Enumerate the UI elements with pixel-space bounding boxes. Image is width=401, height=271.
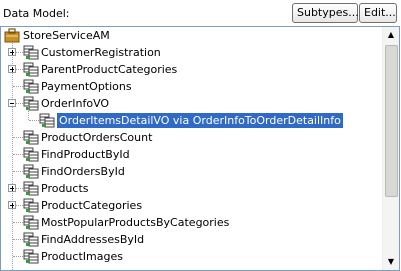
data-model-label: Data Model: bbox=[3, 7, 70, 20]
tree-connector bbox=[13, 171, 23, 172]
view-object-instance-icon bbox=[23, 164, 39, 179]
data-model-tree-panel: StoreServiceAM CustomerRegistration Paren… bbox=[0, 26, 400, 271]
tree-item-label: FindProductById bbox=[41, 148, 130, 161]
application-module-icon bbox=[4, 28, 20, 43]
expand-plus-icon[interactable] bbox=[8, 184, 16, 192]
tree-item[interactable]: FindProductById bbox=[1, 146, 383, 163]
tree-item[interactable]: Products bbox=[1, 180, 383, 197]
view-object-instance-icon bbox=[23, 232, 39, 247]
tree-item-label: OrderInfoVO bbox=[41, 97, 110, 110]
tree-item[interactable]: ProductImages bbox=[1, 248, 383, 265]
view-object-instance-icon bbox=[23, 96, 39, 111]
expand-plus-icon[interactable] bbox=[8, 201, 16, 209]
view-object-instance-icon bbox=[23, 79, 39, 94]
view-object-instance-icon bbox=[23, 130, 39, 145]
tree-item-label: ProductCategories bbox=[41, 199, 143, 212]
tree-guide-line bbox=[28, 106, 29, 120]
view-object-instance-icon bbox=[39, 113, 55, 128]
tree-item[interactable]: FindOrdersById bbox=[1, 163, 383, 180]
tree-item-label: ProductOrdersCount bbox=[41, 131, 153, 144]
tree-root-label: StoreServiceAM bbox=[23, 29, 110, 42]
collapse-minus-icon[interactable] bbox=[8, 99, 16, 107]
tree-item-label: ParentProductCategories bbox=[41, 63, 178, 76]
subtypes-button[interactable]: Subtypes... bbox=[292, 3, 359, 23]
tree-item-label: ProductImages bbox=[41, 250, 123, 263]
tree-connector bbox=[13, 222, 23, 223]
tree-item-label: Products bbox=[41, 182, 89, 195]
scrollbar-thumb[interactable] bbox=[385, 45, 398, 197]
tree-connector bbox=[13, 239, 23, 240]
tree-item[interactable]: FindAddressesById bbox=[1, 231, 383, 248]
tree-item[interactable]: MostPopularProductsByCategories bbox=[1, 214, 383, 231]
view-object-instance-icon bbox=[23, 181, 39, 196]
tree-item[interactable]: ParentProductCategories bbox=[1, 61, 383, 78]
data-model-tree: StoreServiceAM CustomerRegistration Paren… bbox=[1, 27, 383, 270]
tree-item-label: FindOrdersById bbox=[41, 165, 125, 178]
tree-item[interactable]: ProductCategories bbox=[1, 197, 383, 214]
scroll-up-arrow-icon[interactable]: ▲ bbox=[383, 27, 399, 43]
tree-connector bbox=[13, 137, 23, 138]
tree-connector bbox=[13, 154, 23, 155]
edit-button[interactable]: Edit... bbox=[359, 3, 397, 23]
tree-item[interactable]: CustomerRegistration bbox=[1, 44, 383, 61]
tree-connector bbox=[29, 120, 39, 121]
vertical-scrollbar[interactable]: ▲ ▼ bbox=[382, 27, 399, 270]
scroll-down-arrow-icon[interactable]: ▼ bbox=[383, 254, 399, 270]
view-object-instance-icon bbox=[23, 249, 39, 264]
tree-item-label: PaymentOptions bbox=[41, 80, 132, 93]
tree-item-label: FindAddressesById bbox=[41, 233, 145, 246]
tree-item[interactable]: OrderInfoVO bbox=[1, 95, 383, 112]
tree-item[interactable]: OrderItemsDetailVO via OrderInfoToOrderD… bbox=[1, 106, 383, 129]
data-model-header: Data Model: Subtypes... Edit... bbox=[0, 0, 401, 26]
expand-plus-icon[interactable] bbox=[8, 65, 16, 73]
tree-item[interactable]: ProductOrdersCount bbox=[1, 129, 383, 146]
view-object-instance-icon bbox=[23, 62, 39, 77]
tree-connector bbox=[13, 256, 23, 257]
tree-item-label: CustomerRegistration bbox=[41, 46, 161, 59]
tree-item[interactable]: PaymentOptions bbox=[1, 78, 383, 95]
view-object-instance-icon bbox=[23, 147, 39, 162]
tree-connector bbox=[13, 86, 23, 87]
tree-root[interactable]: StoreServiceAM bbox=[1, 27, 383, 44]
view-object-instance-icon bbox=[23, 45, 39, 60]
tree-item-label: OrderItemsDetailVO via OrderInfoToOrderD… bbox=[57, 113, 343, 128]
view-object-instance-icon bbox=[23, 198, 39, 213]
tree-item-label: MostPopularProductsByCategories bbox=[41, 216, 230, 229]
view-object-instance-icon bbox=[23, 215, 39, 230]
expand-plus-icon[interactable] bbox=[8, 48, 16, 56]
